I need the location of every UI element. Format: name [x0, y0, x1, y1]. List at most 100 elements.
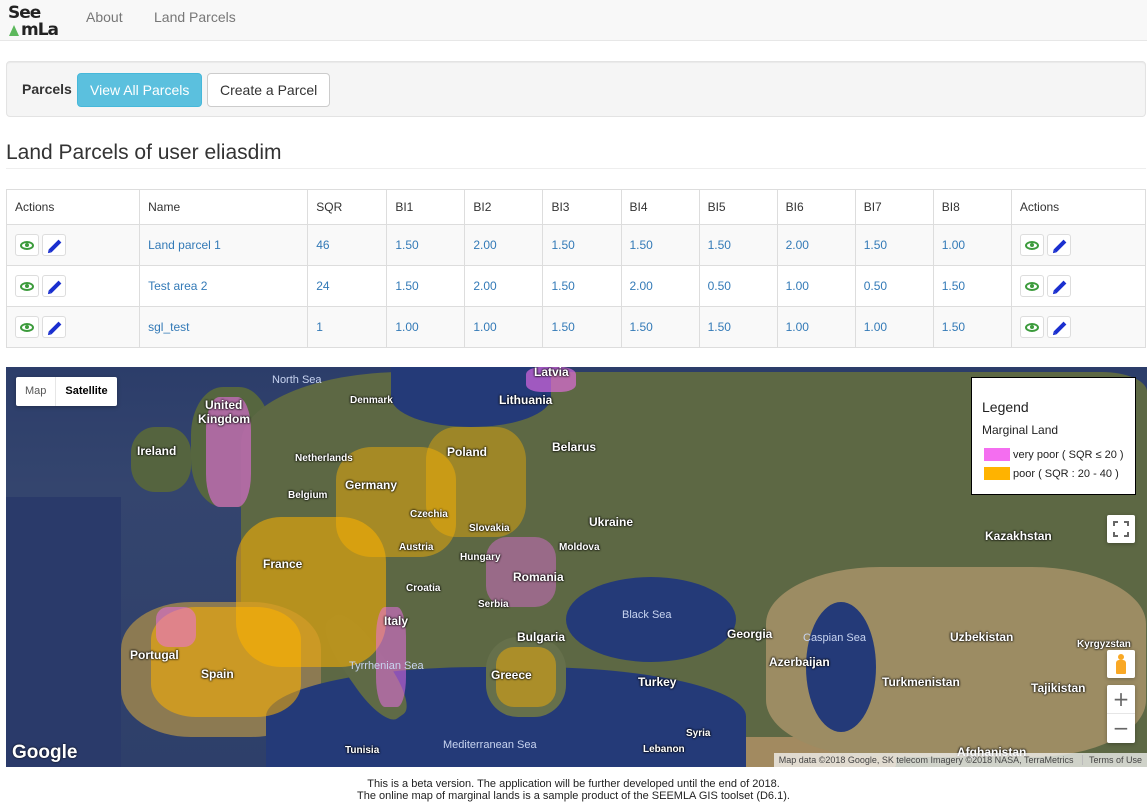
terms-of-use-link[interactable]: Terms of Use	[1081, 755, 1142, 765]
zoom-out-button[interactable]: −	[1107, 714, 1135, 743]
map-label: Moldova	[559, 542, 600, 553]
legend-subtitle: Marginal Land	[982, 423, 1059, 437]
map-type-satellite-button[interactable]: Satellite	[55, 377, 116, 406]
row-bi2[interactable]: 2.00	[464, 224, 544, 266]
row-sqr[interactable]: 24	[307, 265, 388, 307]
table-header-row: Actions Name SQR BI1 BI2 BI3 BI4 BI5 BI6…	[5, 189, 1147, 225]
pencil-icon	[1053, 239, 1067, 253]
map-label: Black Sea	[622, 609, 672, 621]
fullscreen-button[interactable]	[1107, 515, 1135, 543]
row-bi1[interactable]: 1.00	[386, 306, 466, 348]
row-bi8[interactable]: 1.50	[932, 265, 1012, 307]
map-label: Caspian Sea	[803, 632, 866, 644]
edit-button[interactable]	[1046, 234, 1071, 256]
row-sqr[interactable]: 1	[307, 306, 388, 348]
map-label: Belarus	[552, 440, 597, 454]
edit-button[interactable]	[1046, 316, 1071, 338]
seemla-logo[interactable]: See mLa	[7, 3, 59, 40]
header-name[interactable]: Name	[139, 189, 309, 225]
nav-land-parcels[interactable]: Land Parcels	[154, 9, 236, 25]
view-button[interactable]	[1019, 234, 1044, 256]
row-name[interactable]: Land parcel 1	[139, 224, 309, 266]
header-bi7[interactable]: BI7	[854, 189, 934, 225]
page-title: Land Parcels of user eliasdim	[6, 141, 282, 164]
header-bi2[interactable]: BI2	[464, 189, 544, 225]
nav-about[interactable]: About	[86, 9, 123, 25]
zoom-in-button[interactable]: +	[1107, 685, 1135, 714]
row-bi1[interactable]: 1.50	[386, 265, 466, 307]
row-actions	[5, 306, 141, 348]
map-label: Belgium	[288, 490, 328, 501]
map-label: Spain	[201, 667, 234, 681]
edit-button[interactable]	[1046, 275, 1071, 297]
table-row: Test area 2 24 1.50 2.00 1.50 2.00 0.50 …	[5, 265, 1147, 307]
view-all-parcels-button[interactable]: View All Parcels	[77, 73, 203, 107]
title-divider	[6, 168, 1146, 169]
header-bi6[interactable]: BI6	[776, 189, 856, 225]
map-type-map-button[interactable]: Map	[16, 377, 55, 406]
tree-icon	[9, 25, 19, 36]
map-label: Romania	[513, 570, 564, 584]
row-bi2[interactable]: 1.00	[464, 306, 544, 348]
view-button[interactable]	[1019, 316, 1044, 338]
pencil-icon	[48, 321, 62, 335]
footer-line-1: This is a beta version. The application …	[367, 778, 780, 790]
pencil-icon	[48, 239, 62, 253]
eye-icon	[20, 282, 34, 291]
street-view-pegman[interactable]	[1107, 650, 1135, 678]
legend-item: very poor ( SQR ≤ 20 )	[984, 448, 1124, 461]
row-bi3[interactable]: 1.50	[542, 265, 622, 307]
row-bi4[interactable]: 1.50	[620, 306, 700, 348]
create-parcel-button[interactable]: Create a Parcel	[207, 73, 331, 107]
row-bi1[interactable]: 1.50	[386, 224, 466, 266]
edit-button[interactable]	[42, 316, 66, 338]
map-canvas[interactable]: North Sea Latvia Denmark Lithuania Unite…	[6, 367, 1147, 767]
map-legend: Legend Marginal Land very poor ( SQR ≤ 2…	[971, 377, 1136, 495]
header-bi1[interactable]: BI1	[386, 189, 466, 225]
row-bi6[interactable]: 1.00	[776, 306, 856, 348]
header-bi3[interactable]: BI3	[542, 189, 622, 225]
map-label: Czechia	[410, 509, 448, 520]
row-bi7[interactable]: 1.50	[854, 224, 934, 266]
map-label: Kingdom	[198, 412, 250, 426]
view-button[interactable]	[15, 234, 39, 256]
row-bi6[interactable]: 2.00	[776, 224, 856, 266]
row-bi4[interactable]: 1.50	[620, 224, 700, 266]
map-label: Ukraine	[589, 515, 634, 529]
row-bi3[interactable]: 1.50	[542, 306, 622, 348]
map-label: United	[205, 398, 243, 412]
row-bi5[interactable]: 0.50	[698, 265, 778, 307]
view-button[interactable]	[15, 316, 39, 338]
row-bi7[interactable]: 1.00	[854, 306, 934, 348]
map-label: Ireland	[137, 444, 177, 458]
view-button[interactable]	[1019, 275, 1044, 297]
legend-swatch-very-poor	[984, 448, 1010, 461]
row-bi8[interactable]: 1.50	[932, 306, 1012, 348]
edit-button[interactable]	[42, 234, 66, 256]
row-bi8[interactable]: 1.00	[932, 224, 1012, 266]
row-bi6[interactable]: 1.00	[776, 265, 856, 307]
header-bi4[interactable]: BI4	[620, 189, 700, 225]
map-label: Azerbaijan	[769, 655, 830, 669]
row-bi4[interactable]: 2.00	[620, 265, 700, 307]
row-bi3[interactable]: 1.50	[542, 224, 622, 266]
eye-icon	[20, 323, 34, 332]
map-label: France	[263, 557, 303, 571]
parcels-table: Actions Name SQR BI1 BI2 BI3 BI4 BI5 BI6…	[5, 189, 1147, 348]
row-bi5[interactable]: 1.50	[698, 224, 778, 266]
edit-button[interactable]	[42, 275, 66, 297]
row-name[interactable]: Test area 2	[139, 265, 309, 307]
pegman-icon	[1116, 654, 1126, 674]
row-sqr[interactable]: 46	[307, 224, 388, 266]
row-bi5[interactable]: 1.50	[698, 306, 778, 348]
row-bi7[interactable]: 0.50	[854, 265, 934, 307]
header-sqr[interactable]: SQR	[307, 189, 388, 225]
row-name[interactable]: sgl_test	[139, 306, 309, 348]
map-label: Bulgaria	[517, 630, 566, 644]
google-logo[interactable]: Google	[12, 742, 77, 764]
header-bi5[interactable]: BI5	[698, 189, 778, 225]
view-button[interactable]	[15, 275, 39, 297]
header-bi8[interactable]: BI8	[932, 189, 1012, 225]
row-bi2[interactable]: 2.00	[464, 265, 544, 307]
parcels-label: Parcels	[22, 81, 72, 97]
